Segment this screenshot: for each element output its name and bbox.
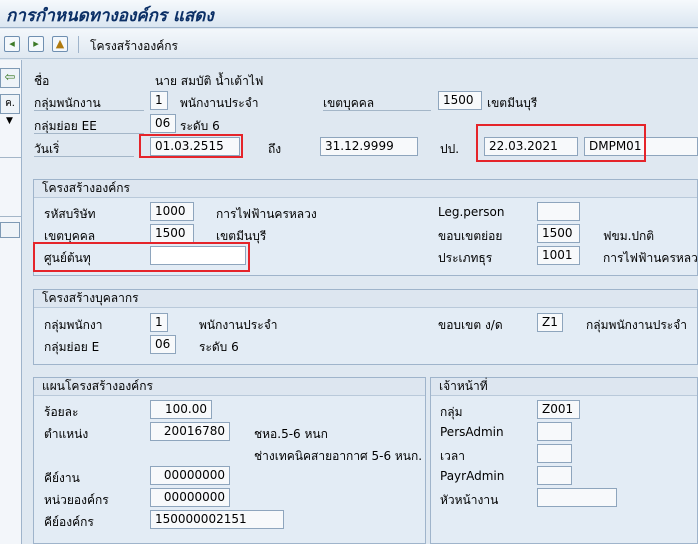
subarea-text: ฟขม.ปกติ [603, 229, 655, 243]
dropdown-arrow-icon[interactable]: ▼ [6, 116, 13, 126]
forward-page-icon[interactable]: ▸ [28, 36, 44, 52]
back-arrow-icon[interactable]: ⇦ [0, 68, 20, 88]
divider [0, 216, 21, 217]
emp-group-code-field[interactable]: 1 [150, 91, 168, 110]
company-code-field[interactable]: 1000 [150, 202, 194, 221]
emp-subgroup-text-2: ระดับ 6 [199, 340, 239, 354]
subarea-label: ขอบเขตย่อย [438, 229, 503, 243]
org-plan-title: แผนโครงสร้างองค์กร [34, 378, 425, 396]
company-text: การไฟฟ้านครหลวง [216, 207, 317, 221]
legal-person-field[interactable] [537, 202, 580, 221]
emp-subgroup-code-field[interactable]: 06 [150, 114, 176, 133]
payr-admin-label: PayrAdmin [440, 469, 505, 483]
personnel-structure-title: โครงสร้างบุคลากร [34, 290, 697, 308]
time-label: เวลา [440, 449, 465, 463]
position-text-1: ชหอ.5-6 หนก [254, 427, 328, 441]
highlight-box-start-date [139, 134, 243, 158]
time-field[interactable] [537, 444, 572, 463]
emp-group-field-2[interactable]: 1 [150, 313, 168, 332]
emp-group-text-2: พนักงานประจำ [199, 318, 278, 332]
org-structure-button[interactable]: โครงสร้างองค์กร [90, 37, 178, 56]
responsible-title: เจ้าหน้าที่ [431, 378, 697, 396]
payroll-area-label: ขอบเขต ง/ด [438, 318, 503, 332]
emp-group-label-2: กลุ่มพนักงา [44, 318, 103, 332]
changed-label: ปป. [440, 142, 460, 156]
personnel-area-field-2[interactable]: 1500 [150, 224, 194, 243]
label-underline [34, 110, 144, 111]
org-key-label: คีย์องค์กร [44, 515, 94, 529]
position-label: ตำแหน่ง [44, 427, 89, 441]
job-label: คีย์งาน [44, 471, 80, 485]
job-field[interactable]: 00000000 [150, 466, 230, 485]
title-bar: การกำหนดทางองค์กร แสดง [0, 0, 698, 28]
position-text-2: ช่างเทคนิคสายอากาศ 5-6 หนก. [254, 449, 423, 463]
org-unit-field[interactable]: 00000000 [150, 488, 230, 507]
org-key-field[interactable]: 150000002151 [150, 510, 284, 529]
label-underline [34, 133, 144, 134]
percent-label: ร้อยละ [44, 405, 79, 419]
end-date-field[interactable]: 31.12.9999 [320, 137, 418, 156]
label-underline [34, 156, 134, 157]
divider [0, 157, 21, 158]
supervisor-label: หัวหน้างาน [440, 493, 499, 507]
payroll-area-text: กลุ่มพนักงานประจำ [586, 318, 687, 332]
percent-field[interactable]: 100.00 [150, 400, 212, 419]
pers-admin-label: PersAdmin [440, 425, 504, 439]
business-area-text: การไฟฟ้านครหลวง [603, 251, 698, 265]
org-unit-label: หน่วยองค์กร [44, 493, 109, 507]
position-field[interactable]: 20016780 [150, 422, 230, 441]
page-title: การกำหนดทางองค์กร แสดง [6, 6, 214, 26]
business-area-field[interactable]: 1001 [537, 246, 580, 265]
left-pane: ⇦ ค. ▼ [0, 60, 22, 544]
subarea-field[interactable]: 1500 [537, 224, 580, 243]
business-area-label: ประเภทธุร [438, 251, 493, 265]
personnel-area-text: เขตมีนบุรี [487, 96, 538, 110]
highlight-box-cost-center [33, 242, 250, 272]
emp-group-text: พนักงานประจำ [180, 96, 259, 110]
left-pane-small-button[interactable] [0, 222, 20, 238]
mountain-image-icon[interactable]: ▲ [52, 36, 68, 52]
highlight-box-changed [476, 124, 646, 162]
group-field[interactable]: Z001 [537, 400, 580, 419]
to-label: ถึง [268, 142, 282, 156]
legal-person-label: Leg.person [438, 205, 505, 219]
name-value: นาย สมบัติ น้ำเต้าไฟ [155, 74, 264, 88]
back-page-icon[interactable]: ◂ [4, 36, 20, 52]
supervisor-field[interactable] [537, 488, 617, 507]
label-underline [323, 110, 431, 111]
personnel-area-code-field[interactable]: 1500 [438, 91, 482, 110]
pers-admin-field[interactable] [537, 422, 572, 441]
name-label: ชื่อ [34, 74, 50, 88]
org-structure-title: โครงสร้างองค์กร [34, 180, 697, 198]
payr-admin-field[interactable] [537, 466, 572, 485]
company-code-label: รหัสบริษัท [44, 207, 96, 221]
toolbar-separator [78, 36, 79, 53]
payroll-area-field[interactable]: Z1 [537, 313, 563, 332]
group-label: กลุ่ม [440, 405, 463, 419]
emp-subgroup-field-2[interactable]: 06 [150, 335, 176, 354]
emp-subgroup-label-2: กลุ่มย่อย E [44, 340, 100, 354]
application-toolbar: ◂ ▸ ▲ โครงสร้างองค์กร [0, 29, 698, 59]
left-pane-button[interactable]: ค. [0, 94, 20, 114]
